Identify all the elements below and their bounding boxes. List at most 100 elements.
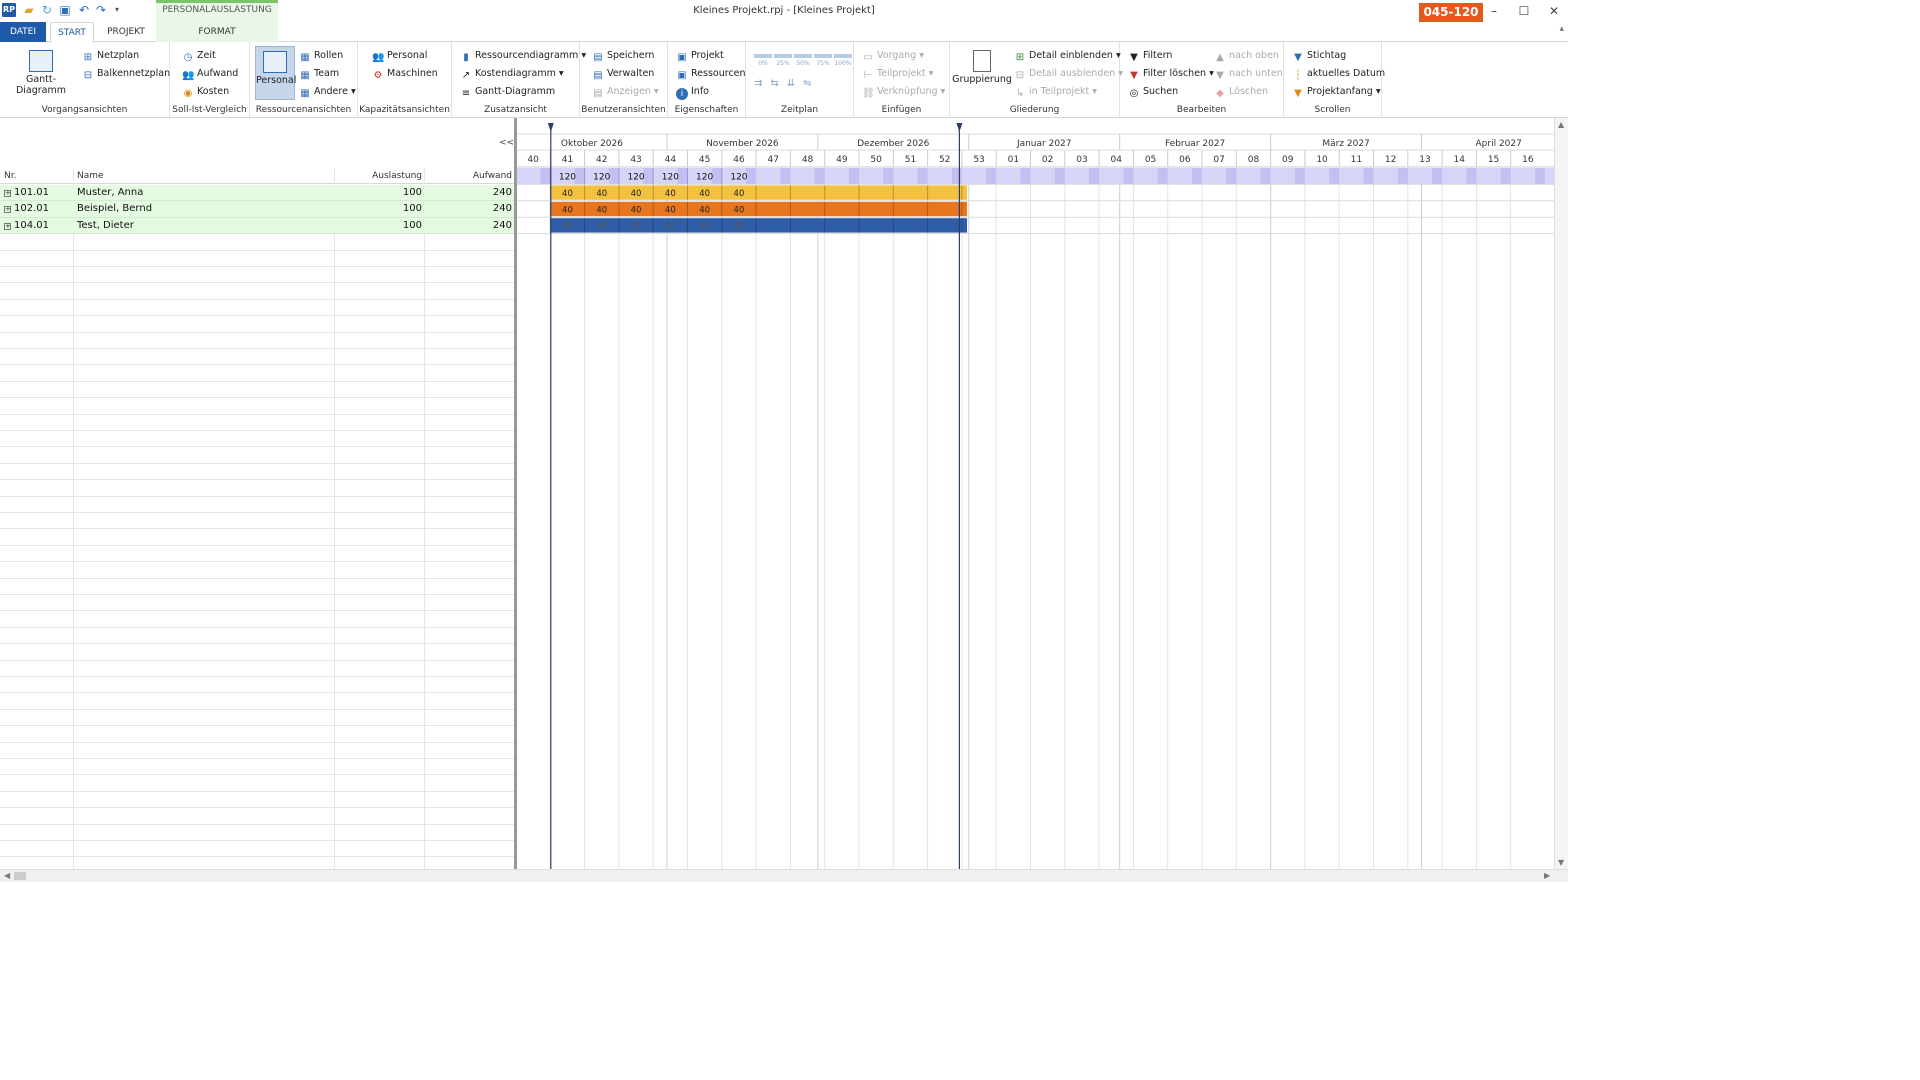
scroll-up-icon[interactable]: ▲ xyxy=(1558,120,1564,129)
cell-auslastung: 100 xyxy=(402,203,422,215)
kostendiagramm-button[interactable]: ↗ Kostendiagramm ▾ xyxy=(460,66,564,82)
scroll-down-icon[interactable]: ▼ xyxy=(1558,858,1564,867)
progress-4-button[interactable]: 100% xyxy=(834,54,852,67)
progress-2-button[interactable]: 50% xyxy=(794,54,812,67)
progress-3-button[interactable]: 75% xyxy=(814,54,832,67)
table-row[interactable]: +104.01 Test, Dieter 100 240 xyxy=(0,217,515,235)
ressourcen-properties-button[interactable]: ▣ Ressourcen xyxy=(676,66,745,82)
detail-einblenden-button[interactable]: ⊞ Detail einblenden ▾ xyxy=(1014,48,1121,64)
tab-datei[interactable]: DATEI xyxy=(0,22,46,42)
horizontal-scrollbar[interactable]: ◀ ▶ xyxy=(0,869,1568,882)
progress-buttons: 0% 25% 50% 75% 100% xyxy=(754,54,854,70)
filtern-button[interactable]: ▼ Filtern xyxy=(1128,48,1172,64)
bar-value: 40 xyxy=(562,189,573,199)
column-divider xyxy=(334,169,335,869)
group-vorgangsansichten: Gantt-Diagramm ⊞ Netzplan ⊟ Balkennetzplan… xyxy=(0,42,170,118)
kapazitaet-personal-button[interactable]: 👥 Personal xyxy=(372,48,427,64)
view-save-button[interactable]: ▤ Speichern xyxy=(592,48,654,64)
weekend-stripe xyxy=(951,168,962,185)
tab-start[interactable]: START xyxy=(50,22,94,43)
close-button[interactable]: ✕ xyxy=(1542,3,1566,19)
column-header-name[interactable]: Name xyxy=(77,171,104,181)
in-teilprojekt-button[interactable]: ↳ in Teilprojekt ▾ xyxy=(1014,84,1097,100)
kosten-button[interactable]: ◉ Kosten xyxy=(182,84,229,100)
expand-row-icon[interactable]: + xyxy=(4,190,11,197)
gruppierung-button[interactable]: Gruppierung xyxy=(952,50,1012,85)
into-subproject-icon: ↳ xyxy=(1015,88,1025,99)
projektanfang-button[interactable]: ▼ Projektanfang ▾ xyxy=(1292,84,1381,100)
code-badge: 045-120 xyxy=(1419,3,1483,22)
utilization-chart-svg: Oktober 2026 November 2026 Dezember 2026 Ja… xyxy=(517,123,1554,869)
andere-button[interactable]: ▦ Andere ▾ xyxy=(299,84,355,100)
week-label: 42 xyxy=(596,155,607,165)
view-manage-button[interactable]: ▤ Verwalten xyxy=(592,66,654,82)
week-label: 52 xyxy=(939,155,950,165)
table-row[interactable]: +101.01 Muster, Anna 100 240 xyxy=(0,185,515,202)
view-show-button[interactable]: ▤ Anzeigen ▾ xyxy=(592,84,658,100)
collapse-ribbon-icon[interactable]: ▴ xyxy=(1559,24,1564,34)
gantt-diagram-button[interactable]: Gantt-Diagramm xyxy=(6,50,76,96)
progress-0-button[interactable]: 0% xyxy=(754,54,772,67)
team-icon: ▦ xyxy=(300,70,310,81)
empty-row xyxy=(0,398,515,415)
personal-view-button[interactable]: Personal xyxy=(255,46,296,100)
weekend-stripe xyxy=(540,168,551,185)
collapse-table-button[interactable]: << xyxy=(499,138,514,148)
expand-row-icon[interactable]: + xyxy=(4,222,11,230)
tab-projekt[interactable]: PROJEKT xyxy=(98,22,154,42)
group-zusatzansicht: ▮ Ressourcendiagramm ▾ ↗ Kostendiagramm ▾ … xyxy=(452,42,586,118)
insert-teilprojekt-button[interactable]: ⊢ Teilprojekt ▾ xyxy=(862,66,934,82)
table-row[interactable]: +102.01 Beispiel, Bernd 100 240 xyxy=(0,201,515,218)
scroll-thumb[interactable] xyxy=(14,872,26,880)
current-date-marker-icon: ┆ xyxy=(1294,70,1302,81)
nach-oben-button[interactable]: ▲ nach oben xyxy=(1214,48,1279,64)
detail-ausblenden-button[interactable]: ⊟ Detail ausblenden ▾ xyxy=(1014,66,1123,82)
weekend-stripe xyxy=(677,168,688,185)
projekt-properties-button[interactable]: ▣ Projekt xyxy=(676,48,724,64)
schedule-tools[interactable]: ⇉⇆⇊⇋ xyxy=(754,78,854,94)
maximize-button[interactable]: ☐ xyxy=(1512,3,1536,19)
show-views-icon: ▤ xyxy=(593,88,603,99)
ressourcendiagramm-button[interactable]: ▮ Ressourcendiagramm ▾ xyxy=(460,48,586,64)
network-plan-icon: ⊞ xyxy=(83,52,93,63)
progress-1-button[interactable]: 25% xyxy=(774,54,792,67)
suchen-button[interactable]: ◎ Suchen xyxy=(1128,84,1179,100)
minimize-button[interactable]: – xyxy=(1482,3,1506,19)
group-gliederung: Gruppierung ⊞ Detail einblenden ▾ ⊟ Detail… xyxy=(950,42,1123,118)
zusatz-gantt-button[interactable]: ≡ Gantt-Diagramm xyxy=(460,84,555,100)
balkennetzplan-button[interactable]: ⊟ Balkennetzplan xyxy=(82,66,170,82)
team-button[interactable]: ▦ Team xyxy=(299,66,339,82)
summary-value: 120 xyxy=(593,173,610,183)
filter-loeschen-button[interactable]: ▼ Filter löschen ▾ xyxy=(1128,66,1214,82)
aktuelles-datum-button[interactable]: ┆ aktuelles Datum xyxy=(1292,66,1385,82)
vertical-scrollbar[interactable]: ▲ ▼ xyxy=(1554,118,1568,869)
zeit-button[interactable]: ◷ Zeit xyxy=(182,48,216,64)
arrow-down-icon: ▼ xyxy=(1216,70,1224,81)
scroll-left-icon[interactable]: ◀ xyxy=(4,871,10,880)
stichtag-button[interactable]: ▼ Stichtag xyxy=(1292,48,1346,64)
app-window: RP ▰ ↻ ▣ ↶ ↷ ▾ PERSONALAUSLASTUNG Kleine… xyxy=(0,0,1568,882)
netzplan-button[interactable]: ⊞ Netzplan xyxy=(82,48,139,64)
weekend-stripe xyxy=(1535,168,1545,185)
column-header-aufwand[interactable]: Aufwand xyxy=(426,171,512,181)
gantt-chart-icon xyxy=(29,50,53,72)
cell-aufwand: 240 xyxy=(492,219,512,231)
month-label: Februar 2027 xyxy=(1165,139,1225,149)
tab-format[interactable]: FORMAT xyxy=(156,22,278,42)
column-header-nr[interactable]: Nr. xyxy=(4,171,16,181)
info-button[interactable]: i Info xyxy=(676,84,709,100)
empty-row xyxy=(0,333,515,349)
rollen-button[interactable]: ▦ Rollen xyxy=(299,48,343,64)
aufwand-button[interactable]: 👥 Aufwand xyxy=(182,66,238,82)
insert-vorgang-button[interactable]: ▭ Vorgang ▾ xyxy=(862,48,924,64)
maschinen-button[interactable]: ⚙ Maschinen xyxy=(372,66,438,82)
column-header-auslastung[interactable]: Auslastung xyxy=(336,171,422,181)
loeschen-button[interactable]: ◆ Löschen xyxy=(1214,84,1268,100)
empty-row xyxy=(0,382,515,399)
scroll-right-icon[interactable]: ▶ xyxy=(1544,871,1550,880)
empty-row xyxy=(0,300,515,317)
empty-row xyxy=(0,562,515,579)
insert-verknuepfung-button[interactable]: ⛓ Verknüpfung ▾ xyxy=(862,84,945,100)
nach-unten-button[interactable]: ▼ nach unten xyxy=(1214,66,1283,82)
expand-row-icon[interactable]: + xyxy=(4,206,11,214)
